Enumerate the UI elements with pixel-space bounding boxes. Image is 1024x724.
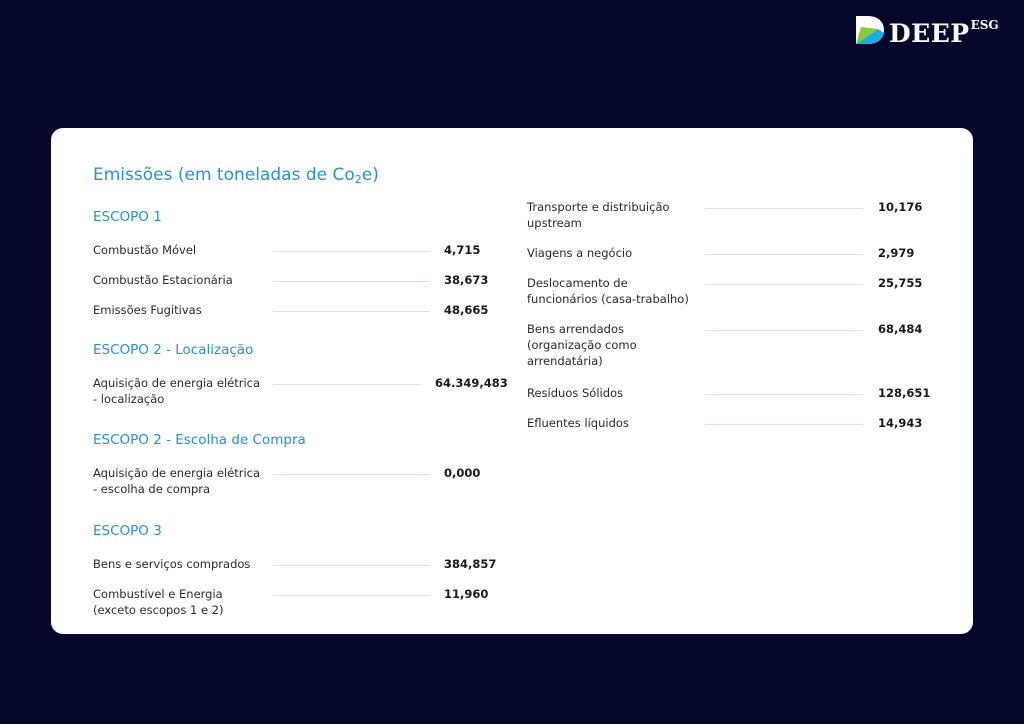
emission-value: 25,755 (878, 276, 923, 290)
leader-line (273, 565, 430, 566)
leader-line (705, 394, 863, 395)
emission-value: 4,715 (444, 243, 481, 257)
deep-logo-icon (856, 16, 884, 44)
emission-value: 11,960 (444, 587, 489, 601)
emissions-card: Emissões (em toneladas de Co2e) ESCOPO 1… (51, 128, 973, 634)
emission-label: Combustão Estacionária (93, 273, 233, 287)
emission-value: 384,857 (444, 557, 497, 571)
leader-line (705, 424, 863, 425)
leader-line (273, 384, 421, 385)
leader-line (273, 595, 430, 596)
emission-label: Bens e serviços comprados (93, 557, 251, 571)
emission-label: Bens arrendados (organização como arrend… (527, 322, 637, 368)
leader-line (273, 311, 430, 312)
leader-line (705, 330, 863, 331)
emission-label: Efluentes líquidos (527, 416, 629, 430)
emission-value: 48,665 (444, 303, 489, 317)
emission-value: 0,000 (444, 466, 481, 480)
emission-label: Aquisição de energia elétrica - escolha … (93, 466, 261, 496)
leader-line (273, 251, 430, 252)
emission-row-energia-localizacao: Aquisição de energia elétrica - localiza… (93, 375, 513, 411)
emission-row-emissoes-fugitivas: Emissões Fugitivas 48,665 (93, 302, 513, 338)
leader-line (273, 474, 430, 475)
leader-line (705, 208, 863, 209)
emission-row-bens-arrendados: Bens arrendados (organização como arrend… (527, 321, 947, 368)
emission-label: Viagens a negócio (527, 246, 633, 260)
emission-label: Aquisição de energia elétrica - localiza… (93, 376, 261, 406)
emission-row-efluentes-liquidos: Efluentes líquidos 14,943 (527, 415, 947, 451)
emission-value: 68,484 (878, 322, 923, 336)
scope1-heading: ESCOPO 1 (93, 209, 162, 225)
emission-value: 128,651 (878, 386, 931, 400)
emission-label: Deslocamento de funcionários (casa-traba… (527, 276, 689, 306)
scope3-heading: ESCOPO 3 (93, 523, 162, 539)
page-title: Emissões (em toneladas de Co2e) (93, 165, 379, 186)
emission-label: Combustível e Energia (exceto escopos 1 … (93, 587, 224, 617)
leader-line (273, 281, 430, 282)
brand-name: DEEP (889, 18, 970, 48)
emission-value: 14,943 (878, 416, 923, 430)
leader-line (705, 254, 863, 255)
leader-line (705, 284, 863, 285)
emission-row-transporte-upstream: Transporte e distribuição upstream 10,17… (527, 199, 947, 235)
brand-logo: DEEP ESG (855, 14, 999, 46)
emission-value: 64.349,483 (435, 376, 508, 390)
emission-row-energia-escolha-compra: Aquisição de energia elétrica - escolha … (93, 465, 513, 501)
emission-label: Transporte e distribuição upstream (527, 200, 670, 230)
emission-label: Combustão Móvel (93, 243, 197, 257)
emission-value: 2,979 (878, 246, 915, 260)
emission-row-combustivel-energia: Combustível e Energia (exceto escopos 1 … (93, 586, 513, 622)
emission-value: 10,176 (878, 200, 923, 214)
emission-label: Emissões Fugitivas (93, 303, 202, 317)
emission-label: Resíduos Sólidos (527, 386, 624, 400)
scope2-purchase-heading: ESCOPO 2 - Escolha de Compra (93, 432, 306, 448)
scope2-location-heading: ESCOPO 2 - Localização (93, 342, 254, 358)
brand-suffix: ESG (970, 18, 999, 32)
emission-row-deslocamento-funcionarios: Deslocamento de funcionários (casa-traba… (527, 275, 947, 311)
emission-value: 38,673 (444, 273, 489, 287)
